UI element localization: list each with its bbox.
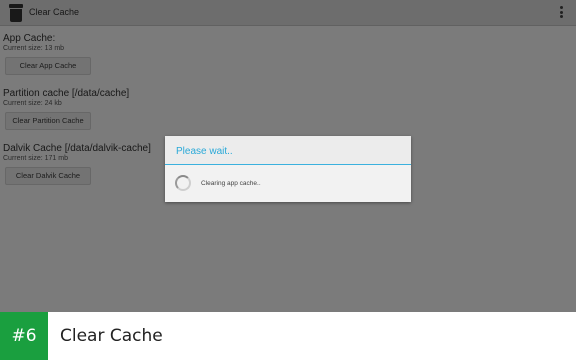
progress-dialog: Please wait.. Clearing app cache.. (165, 136, 411, 202)
dialog-title: Please wait.. (176, 146, 233, 157)
dialog-message: Clearing app cache.. (201, 180, 261, 187)
banner-title: Clear Cache (60, 326, 163, 346)
app-screen: Clear Cache App Cache: Current size: 13 … (0, 0, 576, 312)
rank-badge: #6 (0, 312, 48, 360)
loading-spinner-icon (175, 175, 191, 191)
dialog-body: Clearing app cache.. (165, 165, 411, 202)
ranking-banner: #6 Clear Cache (0, 312, 576, 360)
